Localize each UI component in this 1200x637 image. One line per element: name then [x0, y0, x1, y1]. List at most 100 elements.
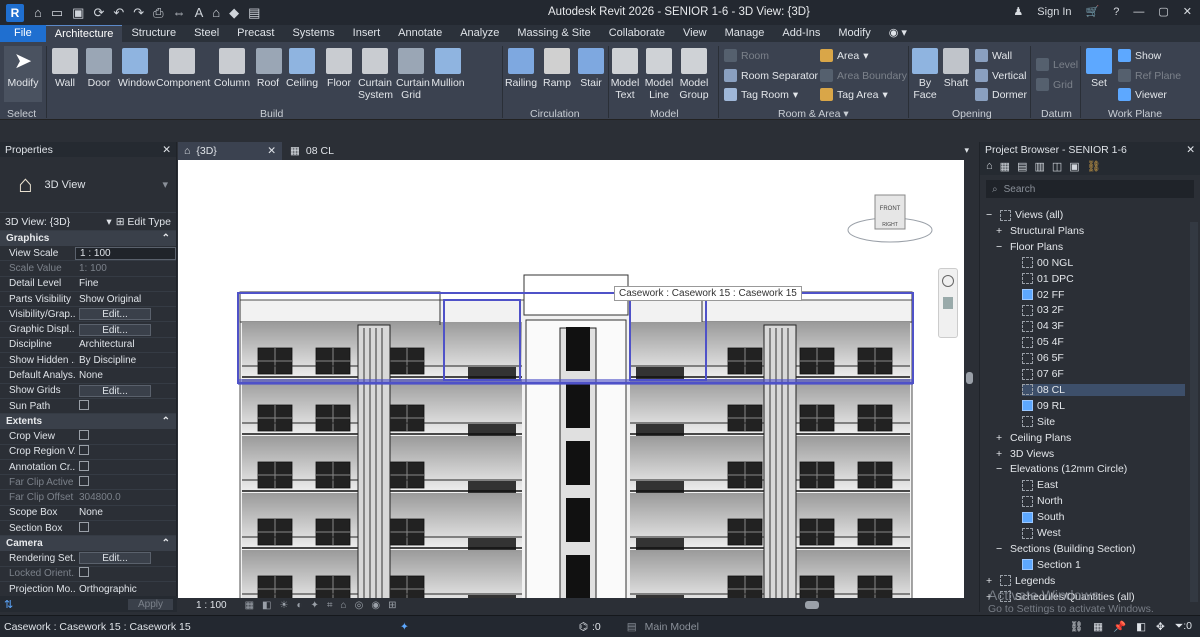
collapse-icon[interactable]: −	[996, 463, 1006, 475]
prop-rendering-set[interactable]: Rendering Set... Edit...	[0, 551, 176, 567]
roof-button[interactable]: Roof	[256, 46, 282, 89]
prop-sun-path[interactable]: Sun Path	[0, 399, 176, 415]
browser-item-09-rl[interactable]: 09 RL	[1022, 400, 1065, 412]
table-icon[interactable]: ▥	[1034, 160, 1044, 173]
select-dropdown[interactable]: Select	[7, 108, 36, 120]
tab-precast[interactable]: Precast	[228, 25, 283, 42]
browser-item-02-ff[interactable]: 02 FF	[1022, 289, 1064, 301]
checkbox[interactable]	[79, 429, 89, 440]
underlay-select-icon[interactable]: ▦	[1093, 621, 1103, 633]
model-text-button[interactable]: Model Text	[610, 46, 640, 101]
by-face-button[interactable]: By Face	[912, 46, 938, 101]
apply-button[interactable]: Apply	[127, 598, 173, 610]
area-button[interactable]: Area ▾	[820, 49, 868, 62]
prop-annotation-cr[interactable]: Annotation Cr...	[0, 460, 176, 476]
set-work-plane-button[interactable]: Set	[1084, 46, 1114, 89]
prop-parts-visibility[interactable]: Parts Visibility Show Original	[0, 292, 176, 308]
tab-view[interactable]: View	[674, 25, 716, 42]
browser-item-00-ngl[interactable]: 00 NGL	[1022, 257, 1073, 269]
maximize-icon[interactable]: ▢	[1158, 5, 1168, 18]
browser-item-east[interactable]: East	[1022, 479, 1058, 491]
prop-show-hidden[interactable]: Show Hidden ... By Discipline	[0, 353, 176, 369]
stair-button[interactable]: Stair	[576, 46, 606, 89]
railing-button[interactable]: Railing	[504, 46, 538, 89]
browser-scrollbar[interactable]	[1190, 222, 1198, 602]
prop-locked-orient[interactable]: Locked Orient...	[0, 567, 176, 582]
prop-projection-mo[interactable]: Projection Mo... Orthographic	[0, 582, 176, 598]
tab-add-ins[interactable]: Add-Ins	[773, 25, 829, 42]
browser-item-sections-building-section-[interactable]: − Sections (Building Section)	[996, 543, 1135, 555]
browser-item-04-3f[interactable]: 04 3F	[1022, 320, 1064, 332]
prop-show-grids[interactable]: Show Grids Edit...	[0, 384, 176, 399]
edit-button[interactable]: Edit...	[79, 308, 151, 321]
cart-icon[interactable]: 🛒	[1086, 5, 1100, 18]
viewer-button[interactable]: Viewer	[1118, 88, 1167, 101]
tag-area-button[interactable]: Tag Area ▾	[820, 88, 888, 101]
vertical-scrollbar[interactable]	[964, 160, 975, 598]
expand-icon[interactable]: +	[986, 575, 996, 587]
floor-button[interactable]: Floor	[324, 46, 354, 89]
tab-manage[interactable]: Manage	[716, 25, 774, 42]
temp-hide-icon[interactable]: ◎	[355, 600, 364, 611]
close-icon[interactable]: ✕	[1183, 5, 1192, 18]
checkbox[interactable]	[79, 521, 89, 532]
drag-select-icon[interactable]: ✥	[1156, 621, 1165, 633]
checkbox[interactable]	[79, 399, 89, 410]
browser-item-06-5f[interactable]: 06 5F	[1022, 352, 1064, 364]
browser-item-ceiling-plans[interactable]: + Ceiling Plans	[996, 432, 1071, 444]
render-icon[interactable]: ✦	[311, 600, 319, 611]
tab-massing-site[interactable]: Massing & Site	[508, 25, 599, 42]
browser-item-floor-plans[interactable]: − Floor Plans	[996, 241, 1063, 253]
detail-level-icon[interactable]: ▦	[245, 600, 254, 611]
close-icon[interactable]: ✕	[162, 144, 171, 156]
graphics-section[interactable]: Graphics ⌃	[0, 231, 176, 246]
checkbox[interactable]	[79, 475, 89, 486]
visual-style-icon[interactable]: ◧	[262, 600, 271, 611]
section-icon[interactable]: ◆	[229, 5, 239, 21]
prop-far-clip-active[interactable]: Far Clip Active	[0, 475, 176, 491]
sign-in-link[interactable]: Sign In	[1037, 6, 1071, 18]
tab-08-cl[interactable]: ▦ 08 CL	[284, 142, 404, 160]
home-icon[interactable]: ⌂	[34, 5, 42, 21]
lock-icon[interactable]: ⌂	[341, 600, 347, 611]
ribbon-toggle-icon[interactable]: ◉ ▾	[880, 25, 916, 42]
prop-crop-region-v[interactable]: Crop Region V...	[0, 445, 176, 460]
browser-item-section-1[interactable]: Section 1	[1022, 559, 1081, 571]
tab-steel[interactable]: Steel	[185, 25, 228, 42]
link-select-icon[interactable]: ⛓	[1070, 620, 1083, 633]
crop-icon[interactable]: ⌗	[327, 600, 333, 611]
minimize-icon[interactable]: —	[1133, 6, 1144, 18]
prop-scale-value[interactable]: Scale Value 1: 100	[0, 261, 176, 277]
edit-button[interactable]: Edit...	[79, 552, 151, 565]
properties-help-icon[interactable]: ⇅	[4, 598, 13, 611]
browser-item-elevations-12mm-circle-[interactable]: − Elevations (12mm Circle)	[996, 463, 1127, 475]
print-icon[interactable]: ⎙	[153, 5, 163, 21]
wall-opening-button[interactable]: Wall	[975, 49, 1012, 62]
navigation-bar[interactable]	[938, 268, 958, 338]
component-button[interactable]: Component	[156, 46, 210, 89]
mullion-button[interactable]: Mullion	[430, 46, 466, 89]
prop-discipline[interactable]: Discipline Architectural	[0, 338, 176, 354]
user-icon[interactable]: ♟	[1013, 5, 1023, 18]
door-button[interactable]: Door	[84, 46, 114, 89]
collapse-icon[interactable]: −	[996, 241, 1006, 253]
help-icon[interactable]: ?	[1113, 6, 1119, 18]
window-button[interactable]: Window	[118, 46, 155, 89]
room-button[interactable]: Room	[724, 49, 769, 62]
pinned-select-icon[interactable]: 📌	[1113, 620, 1126, 633]
browser-item-legends[interactable]: + Legends	[986, 575, 1055, 587]
expand-icon[interactable]: +	[996, 225, 1006, 237]
steering-wheel-icon[interactable]	[942, 275, 954, 287]
design-option[interactable]: ▤ Main Model	[627, 621, 699, 633]
model-line-button[interactable]: Model Line	[644, 46, 674, 101]
save-icon[interactable]: ▣	[72, 5, 84, 21]
tab-structure[interactable]: Structure	[122, 25, 185, 42]
tab-systems[interactable]: Systems	[283, 25, 343, 42]
prop-view-scale[interactable]: View Scale 1 : 100	[0, 246, 176, 262]
horizontal-scrollbar[interactable]	[655, 601, 935, 609]
close-icon[interactable]: ✕	[1186, 144, 1195, 156]
curtain-grid-button[interactable]: Curtain Grid	[396, 46, 430, 101]
3d-view-canvas[interactable]: FRONT RIGHT Casework : Casework 15 : Cas…	[178, 160, 964, 598]
open-icon[interactable]: ▭	[51, 5, 63, 21]
close-hidden-icon[interactable]: ▤	[248, 5, 260, 21]
